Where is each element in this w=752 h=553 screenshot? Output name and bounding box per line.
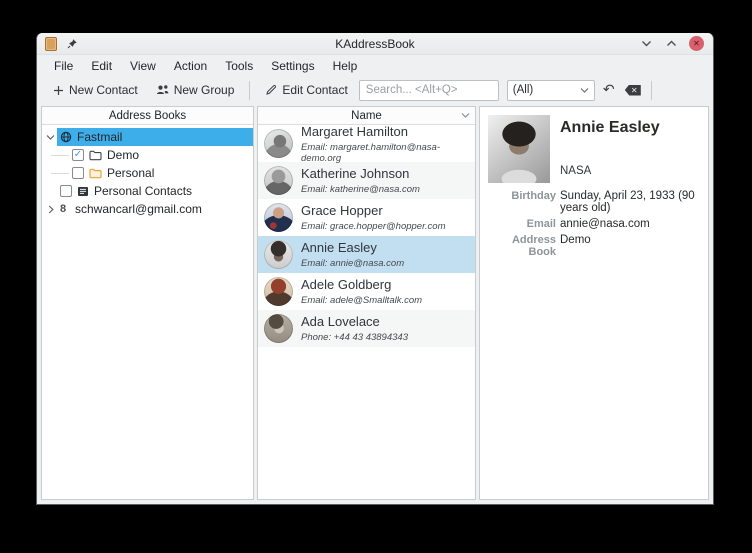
clear-text-icon: ✕	[625, 85, 641, 96]
contact-detail-name: Annie Easley	[560, 119, 700, 143]
contact-name: Grace Hopper	[301, 203, 445, 218]
group-icon	[156, 84, 169, 96]
avatar	[264, 129, 293, 158]
sidebar-item-fastmail[interactable]: Fastmail	[42, 128, 253, 146]
checkbox-unchecked[interactable]	[60, 185, 72, 197]
field-value-email[interactable]: annie@nasa.com	[560, 218, 700, 230]
undo-icon: ↶	[603, 82, 615, 96]
menu-action[interactable]: Action	[165, 57, 216, 75]
google-account-icon: 8	[60, 203, 70, 215]
undo-search-button[interactable]: ↶	[599, 80, 619, 100]
menu-view[interactable]: View	[121, 57, 165, 75]
avatar	[264, 240, 293, 269]
sidebar-item-demo[interactable]: ✓ Demo	[42, 146, 253, 164]
contact-name: Annie Easley	[301, 240, 404, 255]
checkbox-unchecked[interactable]	[72, 167, 84, 179]
edit-contact-button[interactable]: Edit Contact	[258, 80, 354, 100]
contact-organization: NASA	[560, 165, 700, 183]
avatar	[264, 203, 293, 232]
contact-details-pane: Annie Easley NASA Birthday Sunday, April…	[479, 106, 709, 500]
name-column-header[interactable]: Name	[258, 107, 475, 125]
chevron-right-icon[interactable]	[44, 205, 57, 214]
contact-detail: Email: margaret.hamilton@nasa-demo.org	[301, 142, 469, 164]
contact-name: Margaret Hamilton	[301, 125, 469, 139]
contact-list-pane: Name Margaret Hamilton Email: margaret.h…	[257, 106, 476, 500]
field-label-email: Email	[488, 218, 556, 230]
pencil-icon	[265, 84, 277, 96]
contact-name: Ada Lovelace	[301, 314, 408, 329]
contact-detail: Email: annie@nasa.com	[301, 258, 404, 269]
field-label-address-book: Address Book	[488, 234, 556, 258]
contact-row-margaret-hamilton[interactable]: Margaret Hamilton Email: margaret.hamilt…	[258, 125, 475, 162]
filter-dropdown[interactable]: (All)	[507, 80, 595, 101]
toolbar-separator	[651, 81, 652, 100]
contact-detail: Phone: +44 43 43894343	[301, 332, 408, 343]
folder-icon	[89, 150, 102, 161]
sidebar-item-label: Demo	[107, 148, 139, 162]
field-value-birthday: Sunday, April 23, 1933 (90 years old)	[560, 190, 700, 214]
minimize-button[interactable]	[639, 36, 654, 51]
address-book-icon	[77, 186, 89, 197]
pin-icon[interactable]	[67, 38, 78, 49]
titlebar[interactable]: KAddressBook ✕	[37, 33, 713, 55]
clear-search-button[interactable]: ✕	[623, 80, 643, 100]
sidebar-item-gmail[interactable]: 8 schwancarl@gmail.com	[42, 200, 253, 218]
sidebar-item-personal-contacts[interactable]: Personal Contacts	[42, 182, 253, 200]
contact-row-ada-lovelace[interactable]: Ada Lovelace Phone: +44 43 43894343	[258, 310, 475, 347]
contact-list: Margaret Hamilton Email: margaret.hamilt…	[258, 125, 475, 499]
tree-guide	[51, 173, 69, 174]
plus-icon	[53, 85, 64, 96]
address-books-pane: Address Books Fastmail	[41, 106, 254, 500]
contact-name: Adele Goldberg	[301, 277, 422, 292]
avatar	[264, 277, 293, 306]
sidebar-item-label: Fastmail	[77, 130, 122, 144]
menubar: File Edit View Action Tools Settings Hel…	[37, 55, 713, 76]
contact-row-annie-easley[interactable]: Annie Easley Email: annie@nasa.com	[258, 236, 475, 273]
close-button[interactable]: ✕	[689, 36, 704, 51]
checkbox-checked[interactable]: ✓	[72, 149, 84, 161]
menu-edit[interactable]: Edit	[82, 57, 121, 75]
app-icon	[45, 37, 57, 51]
toolbar-separator	[249, 81, 250, 100]
field-value-address-book: Demo	[560, 234, 700, 258]
new-group-button[interactable]: New Group	[149, 80, 242, 100]
sidebar-item-label: Personal	[107, 166, 154, 180]
avatar	[264, 314, 293, 343]
chevron-down-icon[interactable]	[461, 112, 470, 118]
tree-guide	[51, 155, 69, 156]
sidebar-item-label: Personal Contacts	[94, 184, 192, 198]
contact-photo	[488, 115, 550, 183]
contact-row-grace-hopper[interactable]: Grace Hopper Email: grace.hopper@hopper.…	[258, 199, 475, 236]
new-contact-button[interactable]: New Contact	[46, 80, 145, 100]
menu-tools[interactable]: Tools	[216, 57, 262, 75]
menu-settings[interactable]: Settings	[262, 57, 323, 75]
field-label-birthday: Birthday	[488, 190, 556, 214]
address-books-header[interactable]: Address Books	[42, 107, 253, 125]
chevron-down-icon	[580, 87, 589, 93]
globe-icon	[60, 131, 72, 143]
contact-row-katherine-johnson[interactable]: Katherine Johnson Email: katherine@nasa.…	[258, 162, 475, 199]
sidebar-item-personal[interactable]: Personal	[42, 164, 253, 182]
maximize-button[interactable]	[664, 36, 679, 51]
window-title: KAddressBook	[37, 37, 713, 51]
address-books-tree: Fastmail ✓ Demo	[42, 125, 253, 218]
sidebar-item-label: schwancarl@gmail.com	[75, 202, 202, 216]
contact-detail: Email: katherine@nasa.com	[301, 184, 420, 195]
chevron-down-icon[interactable]	[44, 134, 57, 140]
contact-details: Annie Easley NASA Birthday Sunday, April…	[480, 107, 708, 266]
contact-detail: Email: adele@Smalltalk.com	[301, 295, 422, 306]
contact-detail: Email: grace.hopper@hopper.com	[301, 221, 445, 232]
folder-icon	[89, 168, 102, 179]
menu-help[interactable]: Help	[324, 57, 367, 75]
kaddressbook-window: KAddressBook ✕ File Edit View Action Too…	[36, 33, 714, 505]
toolbar: New Contact New Group Edit Contact (All)…	[37, 76, 713, 104]
menu-file[interactable]: File	[45, 57, 82, 75]
avatar	[264, 166, 293, 195]
contact-row-adele-goldberg[interactable]: Adele Goldberg Email: adele@Smalltalk.co…	[258, 273, 475, 310]
search-input[interactable]	[359, 80, 499, 101]
contact-name: Katherine Johnson	[301, 166, 420, 181]
main-area: Address Books Fastmail	[37, 104, 713, 504]
